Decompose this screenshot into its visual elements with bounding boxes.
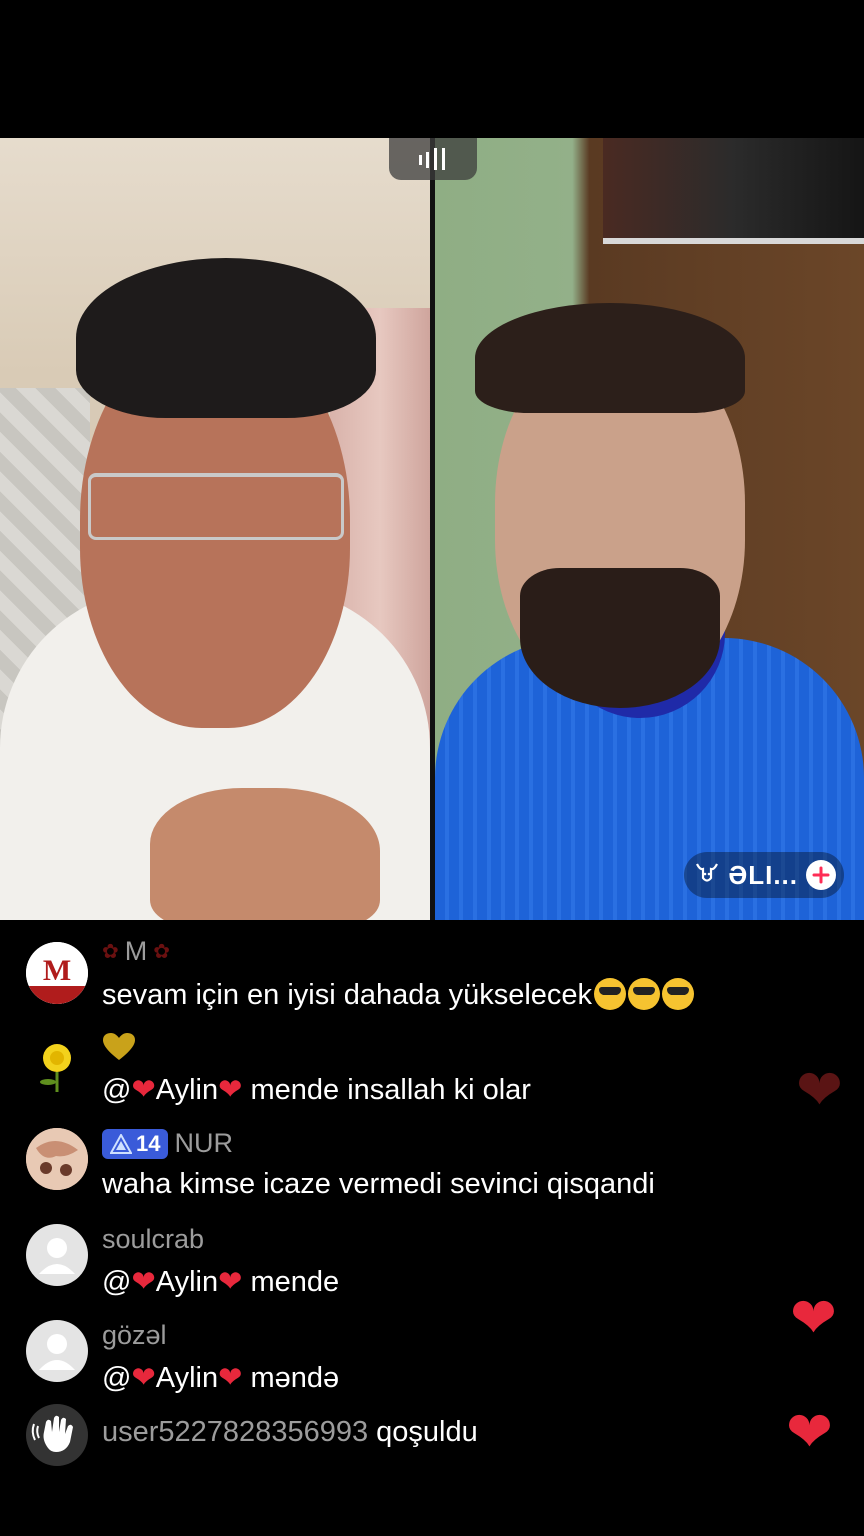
red-heart-icon: ❤ <box>218 1362 243 1394</box>
live-comments: M ✿ M ✿ sevam için en iyisi dahada yükse… <box>0 930 864 1490</box>
wall-poster <box>603 138 864 244</box>
username[interactable]: gözəl <box>102 1320 167 1351</box>
host-video-panel[interactable] <box>0 138 430 920</box>
join-text: qoşuldu <box>376 1416 478 1448</box>
red-heart-icon: ❤ <box>131 1074 156 1106</box>
host-glasses <box>88 473 344 540</box>
comment-text: məndə <box>250 1362 340 1394</box>
join-notice: user5227828356993 qoşuldu <box>26 1404 786 1484</box>
red-heart-icon: ❤ <box>131 1266 156 1298</box>
floating-heart-icon: ❤ <box>786 1400 833 1463</box>
mention-name[interactable]: Aylin <box>156 1074 218 1106</box>
layout-switch-icon <box>419 148 445 170</box>
smiling-face-with-sunglasses-icon <box>594 978 627 1010</box>
rose-icon: ✿ <box>102 941 119 963</box>
smiling-face-with-sunglasses-icon <box>628 978 661 1010</box>
comment-text: mende insallah ki olar <box>250 1074 531 1106</box>
avatar[interactable]: M <box>26 942 88 1004</box>
guest-name-badge[interactable]: ƏLI... <box>684 852 844 898</box>
avatar[interactable] <box>26 1128 88 1190</box>
username[interactable]: NUR <box>174 1128 233 1159</box>
wave-hand-icon <box>31 1415 73 1452</box>
guest-video-panel[interactable]: ƏLI... <box>435 138 864 920</box>
username[interactable]: user5227828356993 <box>102 1416 368 1448</box>
red-heart-icon: ❤ <box>131 1362 156 1394</box>
avatar[interactable] <box>26 1032 88 1094</box>
triangle-level-icon <box>110 1133 132 1154</box>
yellow-heart-icon <box>103 1033 135 1060</box>
username[interactable]: M <box>125 936 148 967</box>
smiling-face-with-sunglasses-icon <box>662 978 695 1010</box>
list-item: M ✿ M ✿ sevam için en iyisi dahada yükse… <box>26 936 786 1022</box>
plus-icon <box>812 866 830 884</box>
layout-switch-button[interactable] <box>389 138 477 180</box>
floating-heart-icon: ❤ <box>796 1058 843 1121</box>
avatar[interactable] <box>26 1320 88 1382</box>
wave-hand-avatar <box>26 1404 88 1466</box>
mention-name[interactable]: Aylin <box>156 1266 218 1298</box>
list-item: soulcrab @❤Aylin❤ mende <box>26 1224 786 1304</box>
list-item: gözəl @❤Aylin❤ məndə <box>26 1320 786 1400</box>
avatar[interactable] <box>26 1224 88 1286</box>
host-hand <box>150 788 380 920</box>
username[interactable]: soulcrab <box>102 1224 204 1255</box>
comment-text: mende <box>250 1266 340 1298</box>
guest-name: ƏLI... <box>728 859 798 890</box>
svg-text:M: M <box>43 954 71 987</box>
host-hair <box>76 258 376 418</box>
level-badge: 14 <box>102 1128 169 1159</box>
red-heart-icon: ❤ <box>218 1266 243 1298</box>
guest-beard <box>520 568 720 708</box>
red-heart-icon: ❤ <box>218 1074 243 1106</box>
list-item: 14 NUR waha kimse icaze vermedi sevinci … <box>26 1128 786 1208</box>
comment-text: waha kimse icaze vermedi sevinci qisqand… <box>102 1168 655 1200</box>
list-item: @❤Aylin❤ mende insallah ki olar <box>26 1032 786 1112</box>
bull-icon <box>694 862 720 889</box>
default-avatar-icon <box>39 1334 75 1370</box>
live-split-view: ƏLI... <box>0 138 864 920</box>
default-avatar-icon <box>39 1238 75 1274</box>
mention-name[interactable]: Aylin <box>156 1362 218 1394</box>
floating-heart-icon: ❤ <box>790 1286 837 1349</box>
follow-plus-button[interactable] <box>806 860 836 890</box>
guest-hair <box>475 303 745 413</box>
comment-text: sevam için en iyisi dahada yükselecek <box>102 979 593 1011</box>
rose-icon: ✿ <box>153 941 171 963</box>
